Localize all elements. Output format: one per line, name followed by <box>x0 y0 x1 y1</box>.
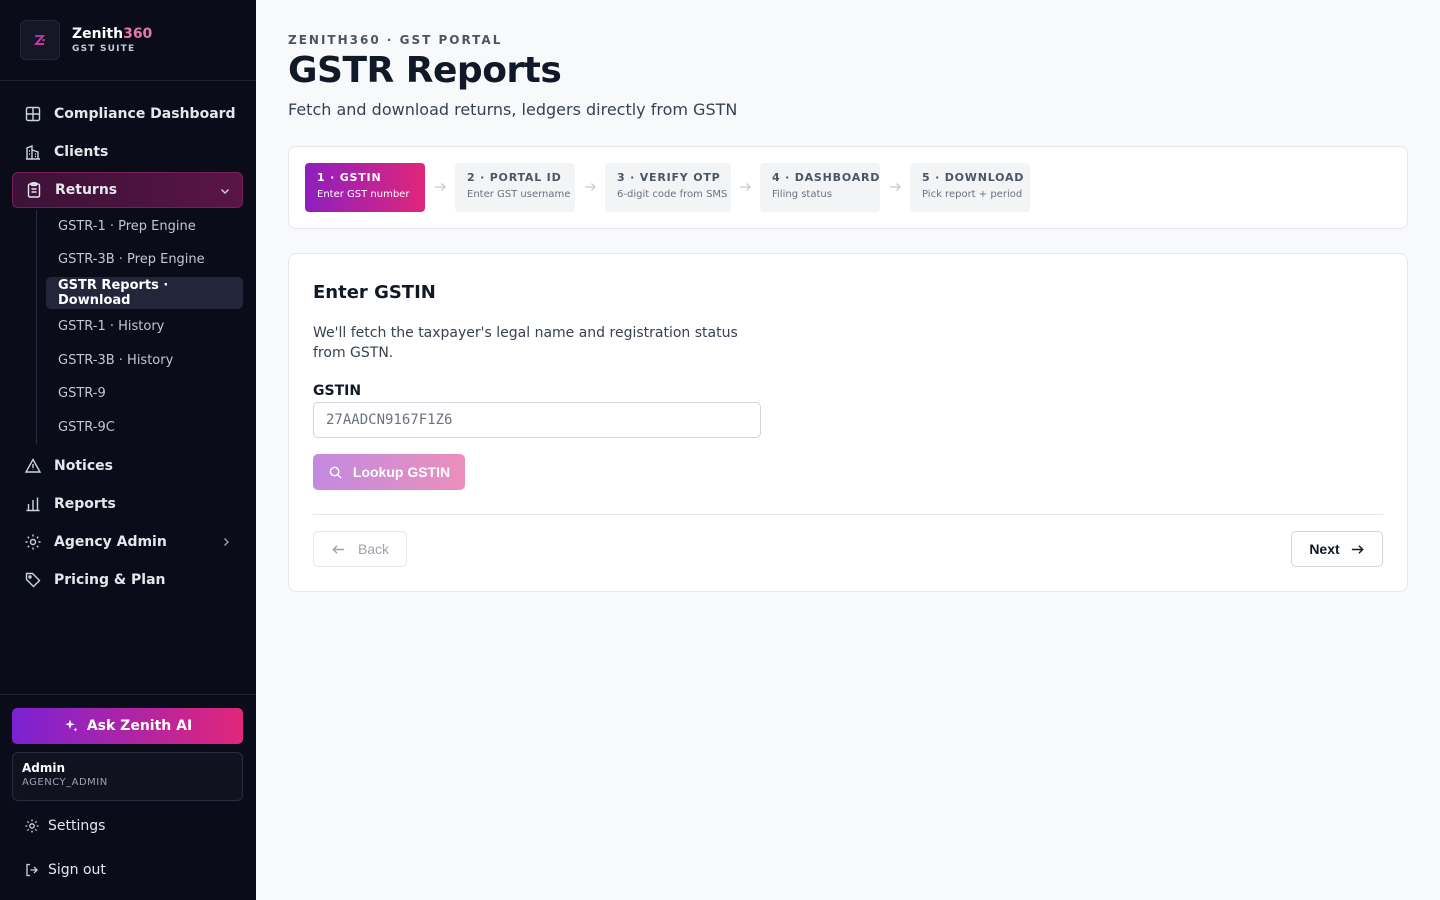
step-title: 5 · DOWNLOAD <box>922 171 1025 184</box>
sidebar: Zenith360 GST SUITE Compliance Dashboard… <box>0 0 256 900</box>
main-nav: Compliance Dashboard Clients Returns GST… <box>12 96 243 600</box>
user-name: Admin <box>22 761 66 775</box>
step-download[interactable]: 5 · DOWNLOAD Pick report + period <box>910 163 1030 212</box>
gear-icon <box>25 819 39 833</box>
chevron-down-icon <box>221 189 229 194</box>
subnav-item-gstr9[interactable]: GSTR-9 <box>46 378 243 410</box>
step-desc: Enter GST number <box>317 189 410 200</box>
chevron-right-icon <box>224 537 229 546</box>
next-label: Next <box>1309 541 1340 557</box>
nav-item-pricing-plan[interactable]: Pricing & Plan <box>12 562 243 598</box>
nav-item-reports[interactable]: Reports <box>12 486 243 522</box>
ask-ai-button[interactable]: Ask Zenith AI <box>12 708 243 744</box>
step-desc: Filing status <box>772 189 832 200</box>
settings-label: Settings <box>48 818 106 834</box>
search-icon <box>329 466 342 479</box>
step-title: 3 · VERIFY OTP <box>617 171 721 184</box>
step-portal-id[interactable]: 2 · PORTAL ID Enter GST username <box>455 163 575 212</box>
arrow-right-icon <box>585 183 596 191</box>
sign-out-icon <box>26 863 38 877</box>
nav-label: Returns <box>55 182 118 198</box>
step-dashboard[interactable]: 4 · DASHBOARD Filing status <box>760 163 880 212</box>
page-eyebrow: ZENITH360 · GST PORTAL <box>288 33 503 47</box>
page-title: GSTR Reports <box>288 50 562 91</box>
arrow-right-icon <box>740 183 751 191</box>
sparkle-icon <box>65 719 78 732</box>
nav-label: Agency Admin <box>54 533 167 550</box>
subnav-item-gstr9c[interactable]: GSTR-9C <box>46 412 243 444</box>
step-title: 2 · PORTAL ID <box>467 171 562 184</box>
brand-name: Zenith360 <box>72 26 153 42</box>
settings-link[interactable]: Settings <box>24 818 105 834</box>
next-button[interactable]: Next <box>1291 531 1383 567</box>
zenith-logo-icon <box>20 20 60 60</box>
gstin-label: GSTIN <box>313 383 362 399</box>
step-gstin[interactable]: 1 · GSTIN Enter GST number <box>305 163 425 212</box>
step-desc: Pick report + period <box>922 189 1023 200</box>
sign-out-link[interactable]: Sign out <box>24 862 106 878</box>
nav-item-notices[interactable]: Notices <box>12 448 243 484</box>
user-card[interactable]: Admin AGENCY_ADMIN <box>12 752 243 801</box>
step-desc: 6-digit code from SMS <box>617 189 728 200</box>
back-label: Back <box>357 541 390 557</box>
step-title: 4 · DASHBOARD <box>772 171 881 184</box>
nav-label: Notices <box>54 457 113 474</box>
subnav-item-gstr1-prep[interactable]: GSTR-1 · Prep Engine <box>46 210 243 242</box>
lookup-gstin-button[interactable]: Lookup GSTIN <box>313 454 465 490</box>
arrow-right-icon <box>1351 544 1364 554</box>
grid-icon <box>25 106 41 122</box>
nav-item-returns[interactable]: Returns <box>12 172 243 208</box>
form-description: We'll fetch the taxpayer's legal name an… <box>313 325 738 361</box>
nav-item-agency-admin[interactable]: Agency Admin <box>12 524 243 560</box>
ask-ai-label: Ask Zenith AI <box>86 718 193 734</box>
gstin-form-card: Enter GSTIN We'll fetch the taxpayer's l… <box>288 253 1408 592</box>
building-icon <box>26 144 40 160</box>
nav-item-compliance-dashboard[interactable]: Compliance Dashboard <box>12 96 243 132</box>
subnav-item-gstr-reports-download[interactable]: GSTR Reports · Download <box>46 277 243 310</box>
nav-label: Pricing & Plan <box>54 571 166 588</box>
subnav-item-gstr3b-history[interactable]: GSTR-3B · History <box>46 344 243 376</box>
divider <box>313 514 1383 515</box>
arrow-right-icon <box>890 183 901 191</box>
step-title: 1 · GSTIN <box>317 171 382 184</box>
form-title: Enter GSTIN <box>313 282 436 303</box>
lookup-label: Lookup GSTIN <box>352 464 451 480</box>
arrow-left-icon <box>332 544 345 554</box>
subnav-item-gstr3b-prep[interactable]: GSTR-3B · Prep Engine <box>46 244 243 276</box>
sidebar-footer: Ask Zenith AI Admin AGENCY_ADMIN Setting… <box>0 694 256 900</box>
brand-name-accent: 360 <box>123 26 153 42</box>
nav-label: Clients <box>54 144 109 160</box>
step-verify-otp[interactable]: 3 · VERIFY OTP 6-digit code from SMS <box>605 163 731 212</box>
nav-item-clients[interactable]: Clients <box>12 134 243 170</box>
subnav-item-gstr1-history[interactable]: GSTR-1 · History <box>46 311 243 343</box>
clipboard-icon <box>27 182 41 198</box>
back-button[interactable]: Back <box>313 531 407 567</box>
sign-out-label: Sign out <box>48 862 106 878</box>
user-role: AGENCY_ADMIN <box>22 777 108 788</box>
brand-subtitle: GST SUITE <box>72 44 136 54</box>
tag-icon <box>25 572 41 588</box>
gstin-input[interactable] <box>313 402 761 438</box>
bar-chart-icon <box>26 497 40 511</box>
brand[interactable]: Zenith360 GST SUITE <box>0 0 256 81</box>
arrow-right-icon <box>435 183 446 191</box>
wizard-stepper: 1 · GSTIN Enter GST number 2 · PORTAL ID… <box>288 146 1408 229</box>
nav-label: Compliance Dashboard <box>54 106 236 122</box>
nav-label: Reports <box>54 495 116 512</box>
page-subtitle: Fetch and download returns, ledgers dire… <box>288 100 738 119</box>
step-desc: Enter GST username <box>467 189 571 200</box>
returns-subnav: GSTR-1 · Prep Engine GSTR-3B · Prep Engi… <box>36 210 243 444</box>
gear-icon <box>25 534 41 550</box>
warning-icon <box>24 457 42 473</box>
